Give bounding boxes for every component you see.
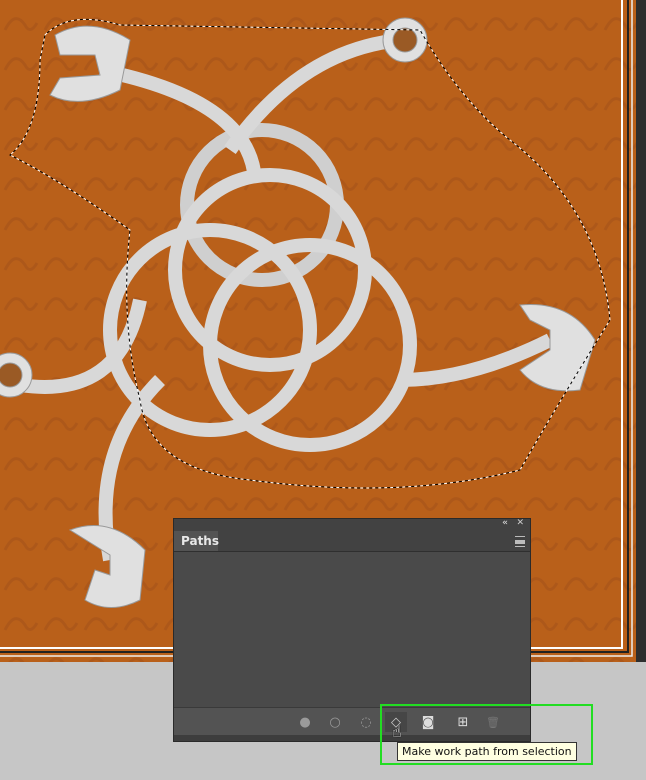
stroke-path-button[interactable]: ○: [324, 712, 346, 732]
panel-tabs: Paths: [174, 531, 530, 552]
stroke-path-icon: ○: [329, 714, 341, 730]
fill-path-icon: ●: [299, 714, 311, 730]
collapse-icon[interactable]: «: [502, 518, 508, 528]
close-icon[interactable]: ✕: [516, 518, 524, 528]
fill-path-button[interactable]: ●: [294, 712, 316, 732]
tooltip: Make work path from selection: [397, 742, 577, 761]
canvas-scroll-edge: [636, 0, 646, 662]
dotted-circle-icon: ◌: [360, 714, 372, 730]
paths-list[interactable]: [174, 552, 530, 707]
hand-cursor-icon: ☝: [392, 722, 402, 741]
tab-paths[interactable]: Paths: [174, 531, 219, 551]
panel-menu-icon[interactable]: [515, 536, 525, 547]
load-selection-button[interactable]: ◌: [355, 712, 377, 732]
panel-header[interactable]: « ✕: [174, 518, 530, 531]
